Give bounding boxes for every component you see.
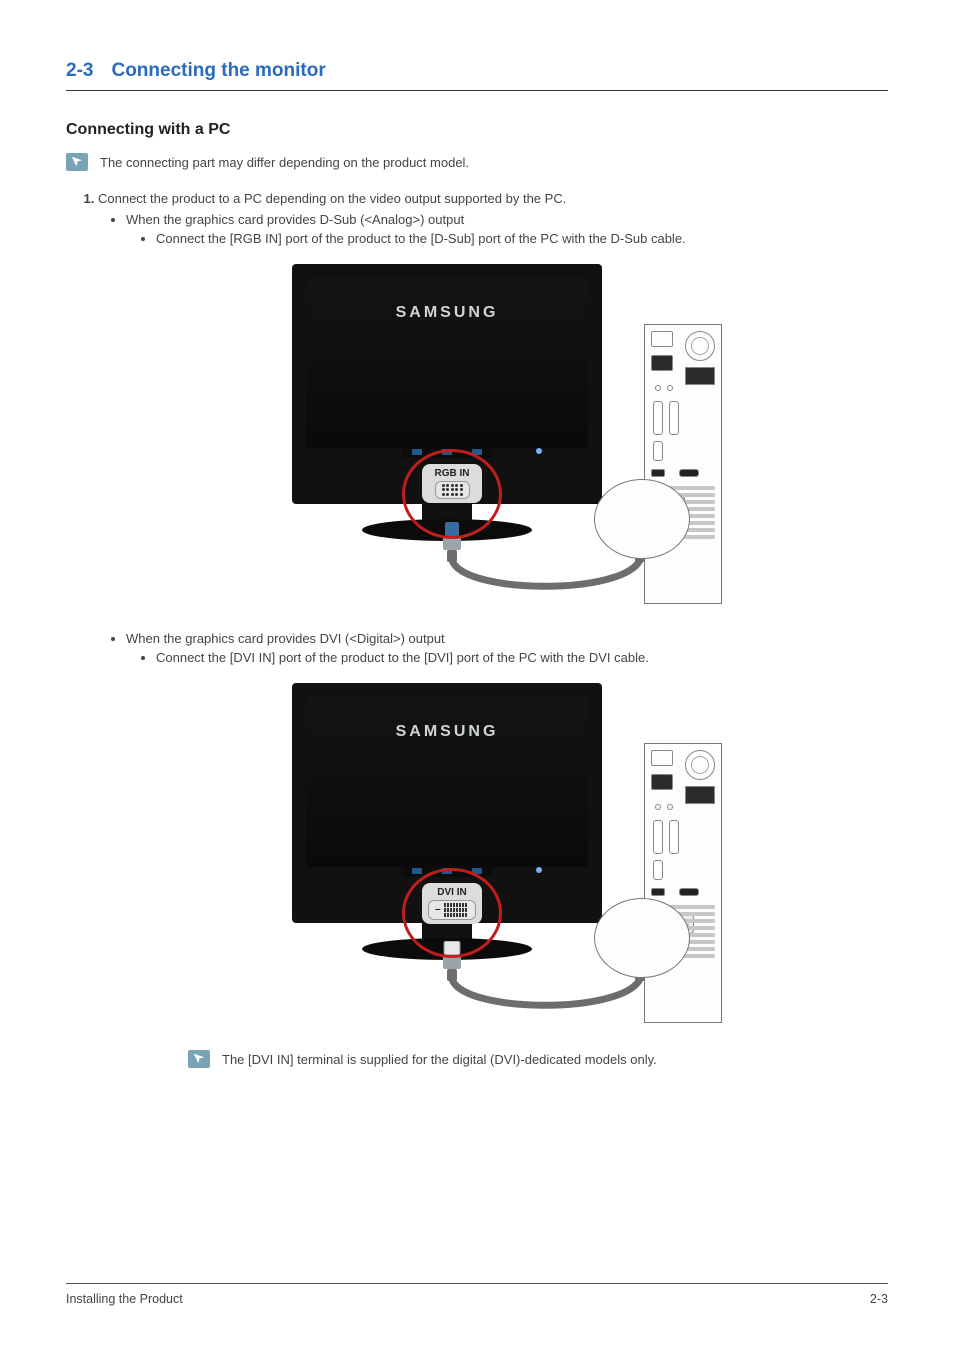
footer-right: 2-3 [870,1292,888,1306]
pc-tower-illustration: – [644,743,722,1023]
note-1: The connecting part may differ depending… [66,153,888,173]
case-dsub-instruction: Connect the [RGB IN] port of the product… [156,231,888,246]
figure-2: SAMSUNG DVI IN – [126,683,888,1026]
section-heading: 2-3 Connecting the monitor [66,60,888,91]
monitor-brand: SAMSUNG [292,723,602,741]
note-icon [66,153,88,171]
note-2-text: The [DVI IN] terminal is supplied for th… [222,1050,657,1070]
subheading: Connecting with a PC [66,121,888,139]
section-title-text: Connecting the monitor [111,60,325,81]
highlight-circle-tower [594,479,690,559]
step-1-text: Connect the product to a PC depending on… [98,191,566,206]
case-dvi-heading: When the graphics card provides DVI (<Di… [126,631,445,646]
highlight-circle-monitor [402,868,502,958]
step-1: Connect the product to a PC depending on… [98,191,888,1070]
section-number: 2-3 [66,60,93,81]
note-icon [188,1050,210,1068]
case-dvi-instruction: Connect the [DVI IN] port of the product… [156,650,888,665]
highlight-circle-monitor [402,449,502,539]
case-dsub: When the graphics card provides D-Sub (<… [126,212,888,607]
case-dvi: When the graphics card provides DVI (<Di… [126,631,888,1070]
pc-tower-illustration [644,324,722,604]
highlight-circle-tower [594,898,690,978]
step-list: Connect the product to a PC depending on… [66,191,888,1070]
footer-left: Installing the Product [66,1292,183,1306]
figure-1: SAMSUNG RGB IN [126,264,888,607]
note-2: The [DVI IN] terminal is supplied for th… [188,1050,888,1070]
page-footer: Installing the Product 2-3 [66,1283,888,1306]
note-1-text: The connecting part may differ depending… [100,153,469,173]
monitor-brand: SAMSUNG [292,304,602,322]
case-dsub-heading: When the graphics card provides D-Sub (<… [126,212,464,227]
